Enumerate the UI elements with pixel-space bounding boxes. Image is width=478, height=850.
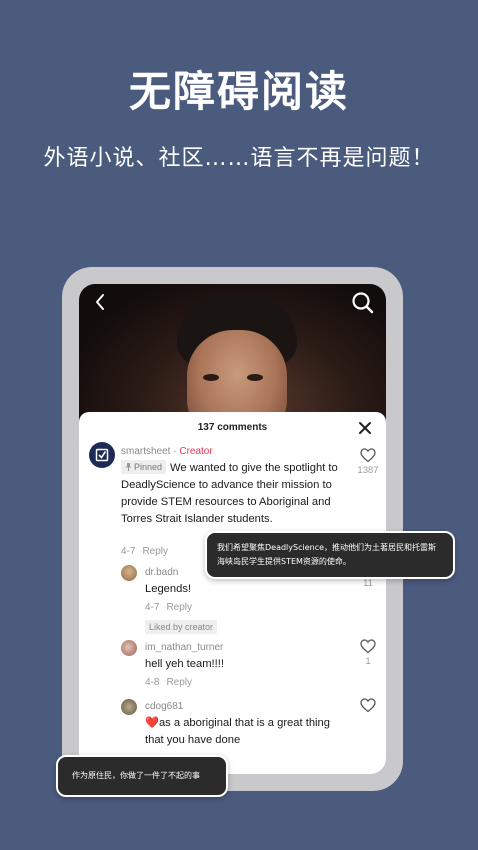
translation-bubble[interactable]: 我们希望聚焦DeadlyScience，推动他们为土著居民和托雷斯海峡岛民学生提…	[205, 531, 455, 579]
heart-icon	[360, 639, 376, 654]
close-icon[interactable]	[358, 421, 372, 435]
reply-button[interactable]: Reply	[166, 677, 192, 688]
comment-username[interactable]: cdog681	[145, 701, 183, 712]
avatar[interactable]	[121, 640, 137, 656]
like-button[interactable]: 1387	[357, 448, 379, 476]
comment-meta: 4-8 Reply	[145, 677, 192, 688]
pin-icon	[125, 463, 132, 471]
like-button[interactable]	[357, 698, 379, 713]
avatar[interactable]	[89, 442, 115, 468]
creator-label: · Creator	[173, 446, 213, 457]
username-text[interactable]: smartsheet	[121, 446, 170, 457]
comment-username[interactable]: dr.badn	[145, 567, 178, 578]
comment-body: as a aboriginal that is a great thing th…	[145, 717, 330, 746]
comment-date: 4-7	[145, 602, 160, 613]
like-button[interactable]: 1	[357, 639, 379, 667]
pinned-badge: Pinned	[121, 460, 167, 474]
phone-frame: 137 comments smartsheet · Creator Pinned…	[62, 267, 403, 791]
comment-username[interactable]: im_nathan_turner	[145, 642, 223, 653]
comments-count-title: 137 comments	[197, 422, 268, 433]
comment-date: 4-7	[121, 546, 136, 557]
liked-by-creator-badge: Liked by creator	[145, 620, 218, 634]
comment-text: ❤️as a aboriginal that is a great thing …	[145, 715, 335, 749]
comment-body: hell yeh team!!!!	[145, 658, 224, 670]
heart-icon	[360, 448, 376, 463]
video-subject-eye	[203, 374, 219, 381]
like-count: 11	[363, 578, 373, 589]
smartsheet-logo-icon	[95, 448, 109, 462]
translation-bubble[interactable]: 作为原住民，你做了一件了不起的事	[56, 755, 228, 797]
comment-text: Pinned We wanted to give the spotlight to…	[121, 460, 353, 528]
avatar[interactable]	[121, 565, 137, 581]
avatar[interactable]	[121, 699, 137, 715]
like-count: 1	[365, 656, 371, 667]
subheadline: 外语小说、社区……语言不再是问题！	[43, 146, 435, 171]
video-preview[interactable]	[79, 284, 386, 440]
comment-meta: 4-7 Reply	[145, 602, 192, 613]
pinned-label: Pinned	[134, 462, 163, 472]
reply-button[interactable]: Reply	[166, 602, 192, 613]
comment-body: Legends!	[145, 583, 192, 595]
headline: 无障碍阅读	[128, 67, 349, 116]
reply-button[interactable]: Reply	[142, 546, 168, 557]
heart-icon	[360, 698, 376, 713]
phone-screen: 137 comments smartsheet · Creator Pinned…	[79, 284, 386, 774]
comment-date: 4-8	[145, 677, 160, 688]
heart-emoji: ❤️	[145, 717, 159, 729]
like-count: 1387	[357, 465, 379, 476]
comments-sheet: 137 comments smartsheet · Creator Pinned…	[79, 412, 386, 774]
search-icon[interactable]	[350, 290, 376, 316]
chevron-left-icon[interactable]	[89, 290, 113, 314]
comment-username[interactable]: smartsheet · Creator	[121, 446, 213, 457]
comment-meta: 4-7 Reply	[121, 546, 168, 557]
video-subject-eye	[247, 374, 263, 381]
